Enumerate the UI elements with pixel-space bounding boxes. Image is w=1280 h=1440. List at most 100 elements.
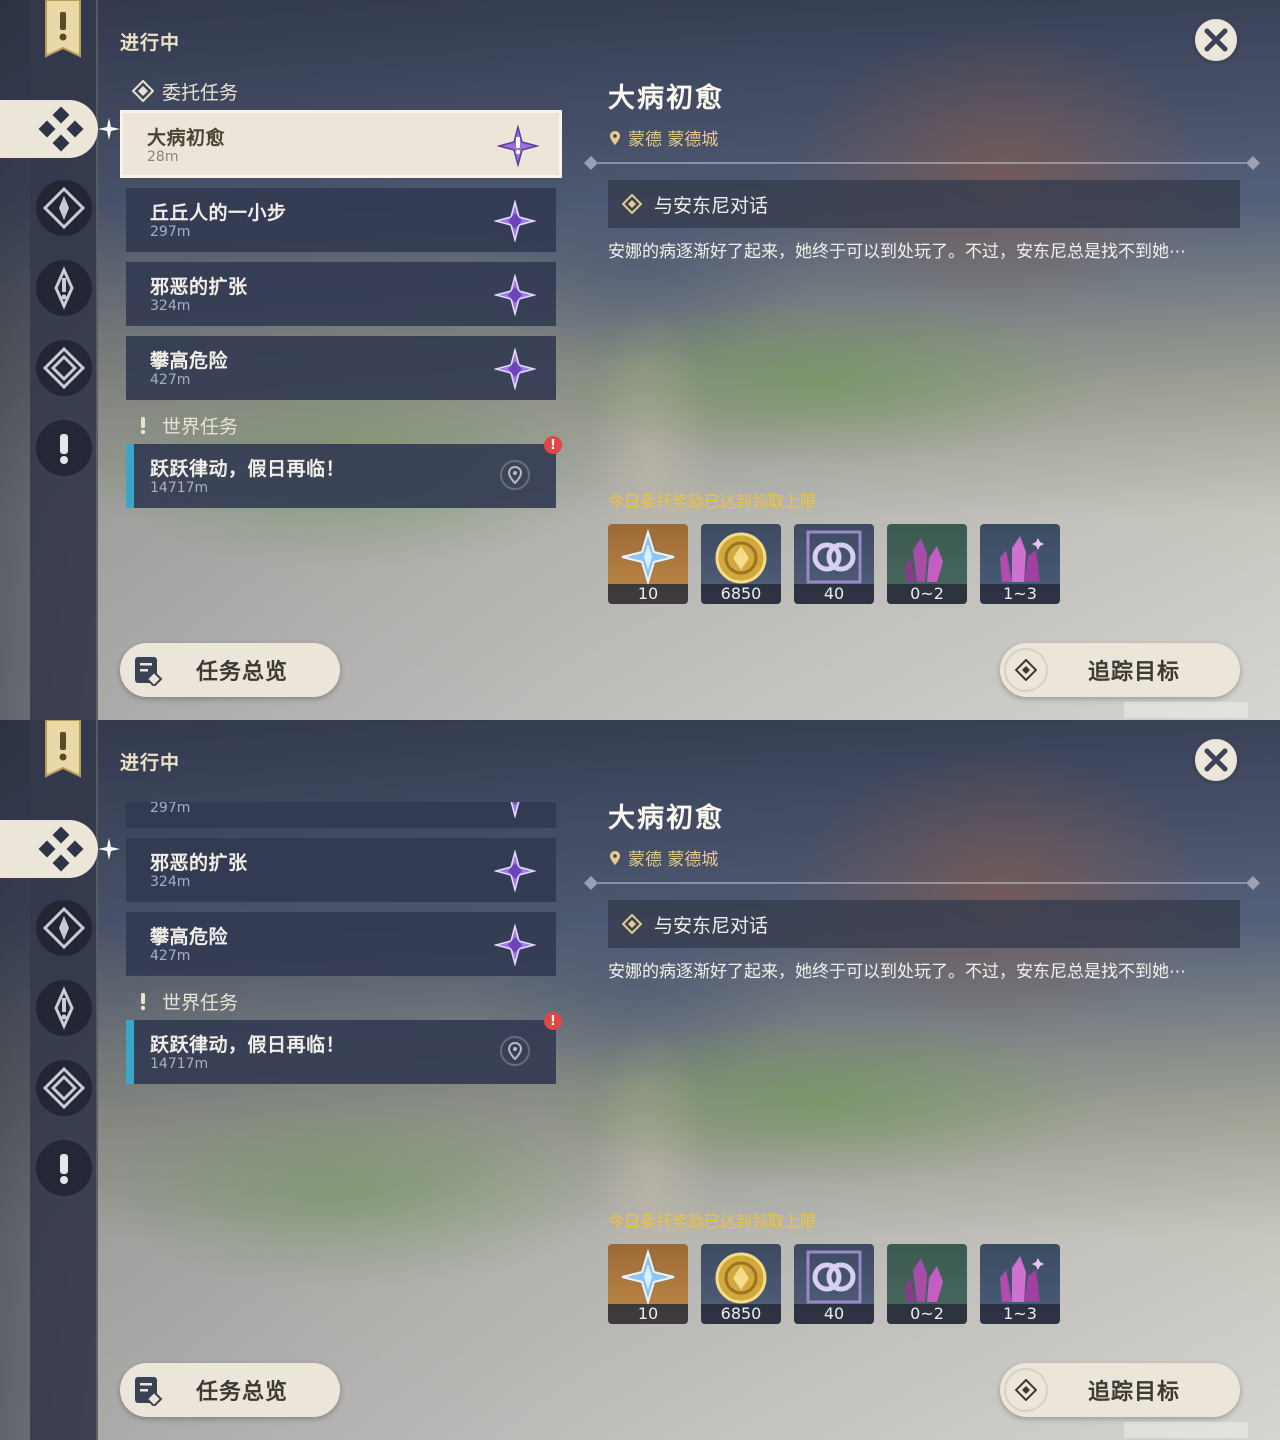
commission-quest-icon — [494, 200, 536, 242]
ornament-divider — [584, 156, 1260, 170]
reward-ore-crystal[interactable]: 0~2 — [887, 1244, 967, 1324]
reward-primogem[interactable]: 10 — [608, 1244, 688, 1324]
event-quest-icon — [42, 346, 86, 390]
page-title: 进行中 — [120, 752, 181, 774]
commission-quest-icon — [494, 850, 536, 892]
quest-detail: 大病初愈 蒙德 蒙德城 与安东尼对话 安娜的病逐渐好了起来，她终于可以到处玩了。… — [584, 796, 1260, 982]
close-button[interactable] — [1192, 736, 1240, 784]
location-pin-icon — [507, 1042, 523, 1060]
sidebar-item-other[interactable] — [36, 420, 92, 476]
location-pin-icon — [610, 130, 620, 145]
reward-adventure-exp[interactable]: 40 — [794, 1244, 874, 1324]
reward-count: 40 — [794, 584, 874, 604]
reward-crystal-chunk[interactable]: 1~3 — [980, 1244, 1060, 1324]
adventure-exp-icon — [806, 530, 862, 584]
quest-item-2[interactable]: 邪恶的扩张 324m — [126, 838, 556, 902]
mora-icon — [715, 532, 767, 584]
quest-item-1[interactable]: 丘丘人的一小步 297m — [126, 188, 556, 252]
overview-label: 任务总览 — [196, 1380, 289, 1405]
reward-ore-crystal[interactable]: 0~2 — [887, 524, 967, 604]
ore-crystal-icon — [905, 538, 943, 582]
sidebar-item-commissions[interactable] — [0, 820, 98, 878]
sidebar-item-world[interactable] — [36, 980, 92, 1036]
sparkle-icon — [98, 118, 120, 140]
sidebar-item-archon[interactable] — [36, 180, 92, 236]
quest-book-icon — [135, 657, 163, 686]
ornament-divider — [584, 876, 1260, 890]
reward-crystal-chunk[interactable]: 1~3 — [980, 524, 1060, 604]
reward-primogem[interactable]: 10 — [608, 524, 688, 604]
quest-item-3[interactable]: 攀高危险 427m — [126, 336, 556, 400]
ore-crystal-icon — [905, 1258, 943, 1302]
quest-item-0[interactable]: 大病初愈 28m — [120, 110, 562, 178]
world-section-icon — [140, 993, 146, 1011]
objective-text: 与安东尼对话 — [654, 194, 769, 217]
quest-item-3[interactable]: 攀高危险 427m — [126, 912, 556, 976]
objective-text: 与安东尼对话 — [654, 914, 769, 937]
reward-mora[interactable]: 6850 — [701, 1244, 781, 1324]
quest-description: 安娜的病逐渐好了起来，她终于可以到处玩了。不过，安东尼总是找不到她⋯ — [608, 962, 1186, 982]
location-pin-icon — [610, 850, 620, 865]
quest-banner-icon — [45, 720, 81, 778]
adventure-exp-icon — [806, 1250, 862, 1304]
quest-distance: 324m — [150, 874, 191, 890]
reward-list: 10 6850 40 0~2 1~3 — [608, 1244, 1060, 1324]
reward-list: 10 6850 40 0~2 1~3 — [608, 524, 1060, 604]
overview-label: 任务总览 — [196, 660, 289, 685]
reward-count: 10 — [608, 584, 688, 604]
quest-name: 大病初愈 — [147, 127, 226, 149]
sidebar-item-event[interactable] — [36, 340, 92, 396]
detail-location: 蒙德 蒙德城 — [608, 845, 1242, 870]
quest-screen-scrolled: 进行中 委托任务 大病初愈 28m 丘丘人的一小步 297m 邪恶的扩张 324… — [0, 720, 1280, 1440]
section-world: 世界任务 — [132, 410, 564, 440]
detail-title: 大病初愈 — [608, 803, 724, 834]
section-commission: 委托任务 — [132, 76, 564, 106]
navigate-button[interactable] — [500, 1036, 530, 1066]
reward-count: 6850 — [701, 584, 781, 604]
detail-location: 蒙德 蒙德城 — [608, 125, 1242, 150]
page-title: 进行中 — [120, 32, 181, 54]
quest-list[interactable]: 委托任务 大病初愈 28m 丘丘人的一小步 297m 邪恶的扩张 324m 攀高… — [120, 76, 564, 536]
reward-mora[interactable]: 6850 — [701, 524, 781, 604]
detail-title: 大病初愈 — [608, 83, 724, 114]
quest-item-world[interactable]: 跃跃律动，假日再临！ 14717m ! — [126, 436, 562, 508]
reward-count: 1~3 — [980, 584, 1060, 604]
quest-distance: 297m — [150, 800, 191, 816]
track-target-button[interactable]: 追踪目标 — [1000, 643, 1240, 697]
quest-name: 邪恶的扩张 — [150, 852, 248, 874]
track-target-button[interactable]: 追踪目标 — [1000, 1363, 1240, 1417]
commission-icon — [38, 826, 84, 872]
quest-list[interactable]: 委托任务 大病初愈 28m 丘丘人的一小步 297m 邪恶的扩张 324m 攀高… — [120, 800, 564, 1260]
world-quest-icon — [54, 986, 74, 1030]
quest-overview-button[interactable]: 任务总览 — [120, 643, 340, 697]
reward-count: 6850 — [701, 1304, 781, 1324]
sidebar-item-archon[interactable] — [36, 900, 92, 956]
exclamation-icon — [60, 1154, 68, 1184]
primogem-icon — [621, 528, 675, 586]
sidebar — [0, 720, 120, 1440]
section-world: 世界任务 — [132, 986, 564, 1016]
objective-diamond-icon — [622, 194, 642, 214]
quest-book-icon — [135, 1377, 163, 1406]
commission-quest-icon — [494, 274, 536, 316]
quest-overview-button[interactable]: 任务总览 — [120, 1363, 340, 1417]
quest-distance: 427m — [150, 948, 191, 964]
sidebar-item-event[interactable] — [36, 1060, 92, 1116]
quest-screen: 进行中 委托任务 大病初愈 28m 丘丘人的一小步 297m 邪恶的扩张 324… — [0, 0, 1280, 720]
alert-badge: ! — [544, 1012, 562, 1030]
sidebar-item-world[interactable] — [36, 260, 92, 316]
world-quest-icon — [54, 266, 74, 310]
sidebar-item-other[interactable] — [36, 1140, 92, 1196]
close-icon — [1204, 748, 1228, 772]
sidebar-item-commissions[interactable] — [0, 100, 98, 158]
event-quest-icon — [42, 1066, 86, 1110]
reward-adventure-exp[interactable]: 40 — [794, 524, 874, 604]
objective-row: 与安东尼对话 — [608, 900, 1240, 948]
archon-quest-icon — [42, 906, 86, 950]
quest-distance: 28m — [147, 149, 179, 165]
sparkle-icon — [98, 838, 120, 860]
quest-item-world[interactable]: 跃跃律动，假日再临！ 14717m ! — [126, 1012, 562, 1084]
quest-item-2[interactable]: 邪恶的扩张 324m — [126, 262, 556, 326]
navigate-button[interactable] — [500, 460, 530, 490]
close-button[interactable] — [1192, 16, 1240, 64]
